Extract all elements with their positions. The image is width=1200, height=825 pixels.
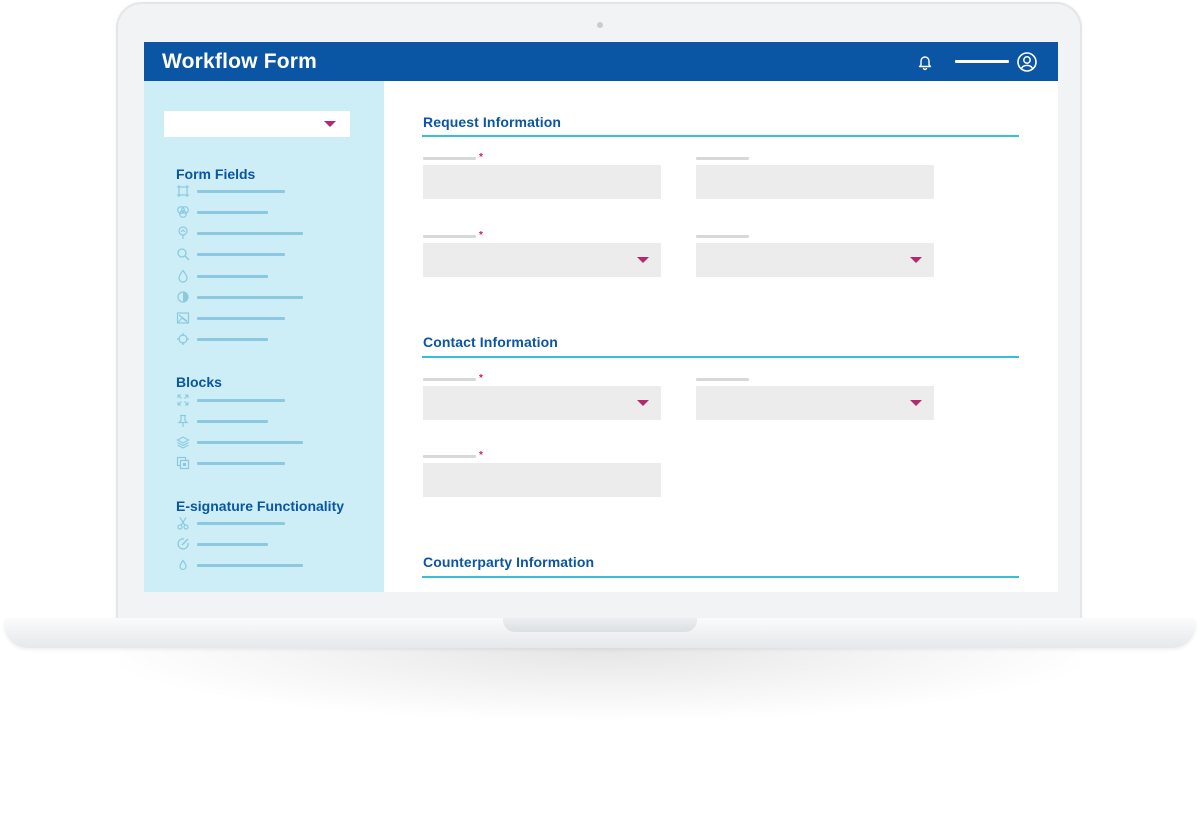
field-label — [696, 378, 749, 381]
chevron-down-icon — [637, 400, 649, 406]
dropdown-select[interactable] — [696, 243, 934, 277]
sidebar-heading-esignature: E-signature Functionality — [176, 498, 345, 514]
dropdown-select[interactable] — [423, 243, 661, 277]
app-screen: Workflow Form Form Fields Blocks E-signa… — [144, 42, 1058, 592]
sidebar-item-label — [197, 317, 285, 320]
bell-icon[interactable] — [914, 51, 936, 73]
sidebar-item-label — [197, 296, 303, 299]
sidebar-item-label — [197, 543, 268, 546]
scissors-icon — [177, 517, 189, 530]
pin-icon — [178, 226, 188, 239]
field-label — [423, 235, 476, 238]
sidebar-item-label — [197, 441, 303, 444]
expand-icon — [177, 394, 189, 406]
sidebar-item-label — [197, 564, 303, 567]
text-input[interactable] — [423, 165, 661, 199]
field-label — [696, 157, 749, 160]
section-title-contact: Contact Information — [423, 334, 558, 350]
half-circle-icon — [177, 291, 189, 303]
sidebar-item-label — [197, 275, 268, 278]
layers-icon — [176, 436, 190, 449]
app-title: Workflow Form — [162, 50, 318, 73]
section-divider — [422, 135, 1019, 137]
app-header: Workflow Form — [144, 42, 1058, 81]
laptop-shadow — [120, 648, 1080, 718]
sidebar-item-label — [197, 190, 285, 193]
required-marker: * — [479, 230, 483, 241]
sidebar-item-label — [197, 420, 268, 423]
required-marker: * — [479, 373, 483, 384]
chevron-down-icon — [910, 400, 922, 406]
sidebar-item-label — [197, 232, 303, 235]
field-label — [696, 235, 749, 238]
sidebar: Form Fields Blocks E-signature Functiona… — [144, 81, 384, 592]
required-marker: * — [479, 152, 483, 163]
pushpin-icon — [177, 414, 189, 427]
field-label — [423, 455, 476, 458]
chevron-down-icon — [910, 257, 922, 263]
sidebar-item-label — [197, 399, 285, 402]
section-title-counterparty: Counterparty Information — [423, 554, 595, 570]
sidebar-item-label — [197, 522, 285, 525]
text-input[interactable] — [423, 463, 661, 497]
user-name-placeholder[interactable] — [955, 60, 1009, 63]
chevron-down-icon — [637, 257, 649, 263]
sidebar-item-label — [197, 338, 268, 341]
crosshair-icon — [177, 333, 189, 345]
section-divider — [422, 576, 1019, 578]
chevron-down-icon — [324, 121, 336, 127]
camera-dot — [597, 22, 603, 28]
sidebar-item-label — [197, 253, 285, 256]
image-icon — [176, 312, 190, 324]
section-title-request: Request Information — [423, 114, 562, 130]
frame-icon — [177, 185, 189, 197]
sidebar-heading-form-fields: Form Fields — [176, 166, 256, 182]
user-circle-icon[interactable] — [1016, 51, 1038, 73]
text-input[interactable] — [696, 165, 934, 199]
circles-icon — [177, 206, 189, 218]
dropdown-select[interactable] — [423, 386, 661, 420]
search-icon — [177, 248, 190, 261]
drop-icon — [178, 269, 188, 283]
dropdown-select[interactable] — [696, 386, 934, 420]
edit-circle-icon — [177, 538, 189, 550]
section-divider — [422, 356, 1019, 358]
laptop-notch — [503, 618, 697, 632]
drop-small-icon — [179, 559, 187, 571]
field-label — [423, 157, 476, 160]
copy-icon — [176, 456, 190, 470]
field-label — [423, 378, 476, 381]
sidebar-selector[interactable] — [164, 111, 350, 137]
sidebar-item-label — [197, 462, 285, 465]
required-marker: * — [479, 450, 483, 461]
sidebar-item-label — [197, 211, 268, 214]
sidebar-heading-blocks: Blocks — [176, 374, 222, 390]
